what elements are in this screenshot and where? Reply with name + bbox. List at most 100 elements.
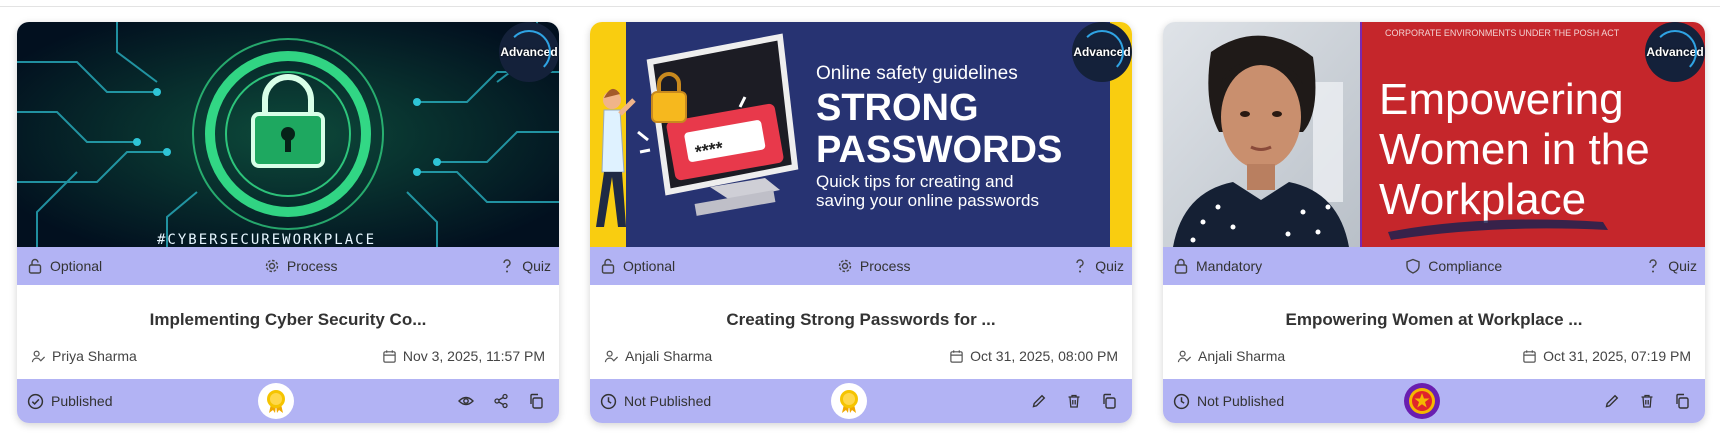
copy-button[interactable] [1672, 392, 1691, 411]
thumb-caption: CORPORATE ENVIRONMENTS UNDER THE POSH AC… [1385, 28, 1620, 38]
thumb-hashtag-text: #CYBERSECUREWORKPLACE [157, 232, 376, 247]
check-circle-icon [27, 393, 44, 409]
type-label: Quiz [522, 258, 551, 274]
access-label: Optional [50, 258, 103, 274]
clock-icon [1173, 393, 1190, 409]
unlock-icon [28, 258, 42, 274]
status-bar: Published [17, 379, 559, 423]
delete-button[interactable] [1064, 392, 1083, 411]
category-label: Process [286, 258, 338, 274]
edit-button[interactable] [1029, 392, 1048, 411]
access-tag: Mandatory [1173, 258, 1262, 274]
meta-row: Anjali Sharma Oct 31, 2025, 07:19 PM [1163, 348, 1705, 364]
empowering-women-image: CORPORATE ENVIRONMENTS UNDER THE POSH AC… [1163, 22, 1705, 247]
edit-button[interactable] [1602, 392, 1621, 411]
access-label: Optional [623, 258, 676, 274]
status-badge: Published [27, 393, 267, 410]
date-text: Oct 31, 2025, 07:19 PM [1543, 348, 1691, 364]
clock-icon [600, 393, 617, 409]
delete-button[interactable] [1637, 392, 1656, 411]
access-tag: Optional [27, 258, 102, 274]
status-badge: Not Published [1173, 393, 1413, 410]
course-title[interactable]: Implementing Cyber Security Co... [17, 310, 559, 332]
author-icon [1177, 350, 1192, 362]
copy-icon [529, 393, 543, 409]
author: Anjali Sharma [1177, 348, 1285, 364]
gear-icon [838, 259, 852, 273]
status-label: Not Published [624, 393, 712, 409]
date: Oct 31, 2025, 08:00 PM [949, 348, 1118, 364]
gear-icon [265, 259, 279, 273]
thumb-tip-1: Quick tips for creating and [816, 172, 1013, 191]
level-badge: Advanced [499, 22, 559, 82]
red-star-medal-icon [1404, 383, 1440, 419]
thumb-heading-2: Women in the [1379, 125, 1650, 174]
action-group [1029, 392, 1122, 411]
author-name: Anjali Sharma [625, 348, 713, 364]
date: Nov 3, 2025, 11:57 PM [382, 348, 545, 364]
course-thumbnail[interactable]: CORPORATE ENVIRONMENTS UNDER THE POSH AC… [1163, 22, 1705, 247]
access-label: Mandatory [1196, 258, 1263, 274]
category-label: Compliance [1428, 258, 1503, 274]
calendar-icon [1523, 349, 1536, 363]
thumb-tip-2: saving your online passwords [816, 191, 1039, 210]
author: Priya Sharma [31, 348, 137, 364]
type-label: Quiz [1668, 258, 1697, 274]
eye-icon [457, 396, 474, 406]
author-icon [604, 350, 619, 362]
date-text: Nov 3, 2025, 11:57 PM [402, 348, 545, 364]
date: Oct 31, 2025, 07:19 PM [1522, 348, 1691, 364]
status-bar: Not Published [590, 379, 1132, 423]
course-thumbnail[interactable]: **** Online safety guidelines STRONG PAS… [590, 22, 1132, 247]
lock-icon [1174, 258, 1188, 274]
strong-passwords-image: **** Online safety guidelines STRONG PAS… [590, 22, 1132, 247]
copy-icon [1102, 393, 1116, 409]
edit-icon [1032, 394, 1045, 408]
tag-bar: Optional Process Quiz [17, 247, 559, 285]
status-label: Published [51, 393, 113, 409]
gold-medal-icon [258, 383, 294, 419]
view-button[interactable] [456, 392, 475, 411]
course-thumbnail[interactable]: #CYBERSECUREWORKPLACE Advanced [17, 22, 559, 247]
question-icon [1649, 259, 1657, 273]
copy-button[interactable] [526, 392, 545, 411]
thumb-heading-1: Empowering [1379, 75, 1624, 124]
top-divider [0, 6, 1720, 7]
thumb-heading-3: Workplace [1379, 175, 1586, 224]
status-badge: Not Published [600, 393, 840, 410]
author-name: Priya Sharma [52, 348, 137, 364]
thumb-heading-2: PASSWORDS [816, 129, 1062, 171]
course-title[interactable]: Creating Strong Passwords for ... [590, 310, 1132, 332]
action-group [456, 392, 549, 411]
action-group [1602, 392, 1695, 411]
course-card[interactable]: CORPORATE ENVIRONMENTS UNDER THE POSH AC… [1163, 22, 1705, 423]
calendar-icon [950, 349, 963, 363]
copy-button[interactable] [1099, 392, 1118, 411]
meta-row: Priya Sharma Nov 3, 2025, 11:57 PM [17, 348, 559, 364]
access-tag: Optional [600, 258, 675, 274]
course-card[interactable]: **** Online safety guidelines STRONG PAS… [590, 22, 1132, 423]
share-button[interactable] [491, 392, 510, 411]
level-badge: Advanced [1072, 22, 1132, 82]
category-tag: Process [264, 258, 338, 274]
course-card[interactable]: #CYBERSECUREWORKPLACE Advanced Optional … [17, 22, 559, 423]
course-title[interactable]: Empowering Women at Workplace ... [1163, 310, 1705, 332]
category-label: Process [859, 258, 911, 274]
question-icon [503, 259, 511, 273]
type-tag: Quiz [499, 258, 551, 274]
unlock-icon [601, 258, 615, 274]
level-badge: Advanced [1645, 22, 1705, 82]
thumb-subtitle: Online safety guidelines [816, 63, 1018, 84]
author-name: Anjali Sharma [1198, 348, 1286, 364]
thumb-heading-1: STRONG [816, 87, 979, 129]
type-tag: Quiz [1645, 258, 1697, 274]
trash-icon [1068, 394, 1079, 408]
calendar-icon [383, 349, 396, 363]
author: Anjali Sharma [604, 348, 712, 364]
shield-icon [1406, 258, 1420, 274]
status-label: Not Published [1197, 393, 1285, 409]
type-tag: Quiz [1072, 258, 1124, 274]
meta-row: Anjali Sharma Oct 31, 2025, 08:00 PM [590, 348, 1132, 364]
trash-icon [1641, 394, 1652, 408]
question-icon [1076, 259, 1084, 273]
